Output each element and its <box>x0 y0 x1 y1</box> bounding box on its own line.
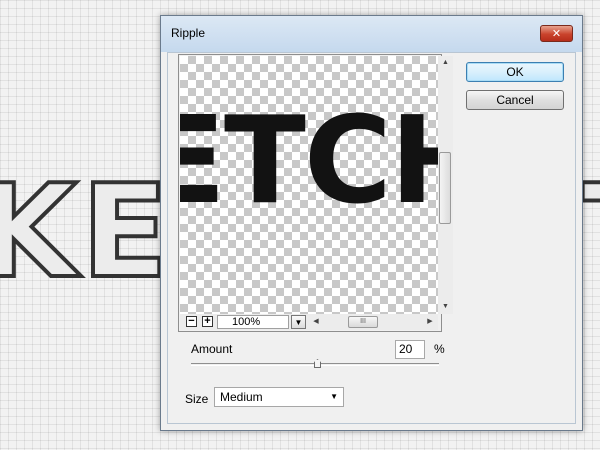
vertical-scroll-thumb[interactable] <box>439 152 451 224</box>
amount-unit: % <box>434 342 445 356</box>
size-select[interactable]: Medium ▼ <box>214 387 344 407</box>
scroll-down-arrow-icon[interactable]: ▼ <box>438 300 453 314</box>
close-icon: ✕ <box>551 27 562 40</box>
zoom-level-field[interactable]: 100% <box>217 315 289 329</box>
dropdown-arrow-icon: ▼ <box>294 318 303 327</box>
size-label: Size <box>185 392 209 406</box>
amount-label: Amount <box>191 342 233 356</box>
amount-slider-thumb[interactable] <box>314 359 321 368</box>
ok-button[interactable]: OK <box>466 62 564 82</box>
background-word-left: KE <box>0 158 173 307</box>
amount-input[interactable]: 20 <box>395 340 425 359</box>
preview-panel: ETCH ▲ ▼ − + 100% ▼ ◀ III <box>178 54 453 332</box>
plus-icon: + <box>204 315 211 327</box>
background-word-right: T <box>582 168 600 288</box>
scroll-up-arrow-icon[interactable]: ▲ <box>438 56 453 70</box>
preview-vertical-scrollbar[interactable]: ▲ ▼ <box>438 56 453 314</box>
minus-icon: − <box>188 315 195 327</box>
close-button[interactable]: ✕ <box>540 25 573 42</box>
dialog-client-area: ETCH ▲ ▼ − + 100% ▼ ◀ III <box>167 52 576 424</box>
preview-text: ETCH <box>180 92 438 231</box>
preview-toolbar: − + 100% ▼ ◀ III ▶ <box>180 314 438 330</box>
background-word-right-clip: T <box>582 168 600 288</box>
scroll-left-arrow-icon[interactable]: ◀ <box>310 314 322 330</box>
zoom-dropdown-button[interactable]: ▼ <box>291 315 306 329</box>
scroll-right-arrow-icon[interactable]: ▶ <box>424 314 436 330</box>
horizontal-scroll-thumb[interactable]: III <box>348 316 378 328</box>
chevron-down-icon: ▼ <box>330 392 338 401</box>
zoom-out-button[interactable]: − <box>186 316 197 327</box>
zoom-in-button[interactable]: + <box>202 316 213 327</box>
size-select-value: Medium <box>220 390 263 404</box>
preview-canvas[interactable]: ETCH <box>180 56 438 314</box>
dialog-title: Ripple <box>171 26 206 40</box>
ripple-dialog: Ripple ✕ ETCH ▲ ▼ − + 100% <box>160 15 583 431</box>
dialog-titlebar[interactable]: Ripple ✕ <box>161 16 582 52</box>
cancel-button[interactable]: Cancel <box>466 90 564 110</box>
preview-horizontal-scrollbar[interactable]: ◀ III ▶ <box>310 314 436 330</box>
